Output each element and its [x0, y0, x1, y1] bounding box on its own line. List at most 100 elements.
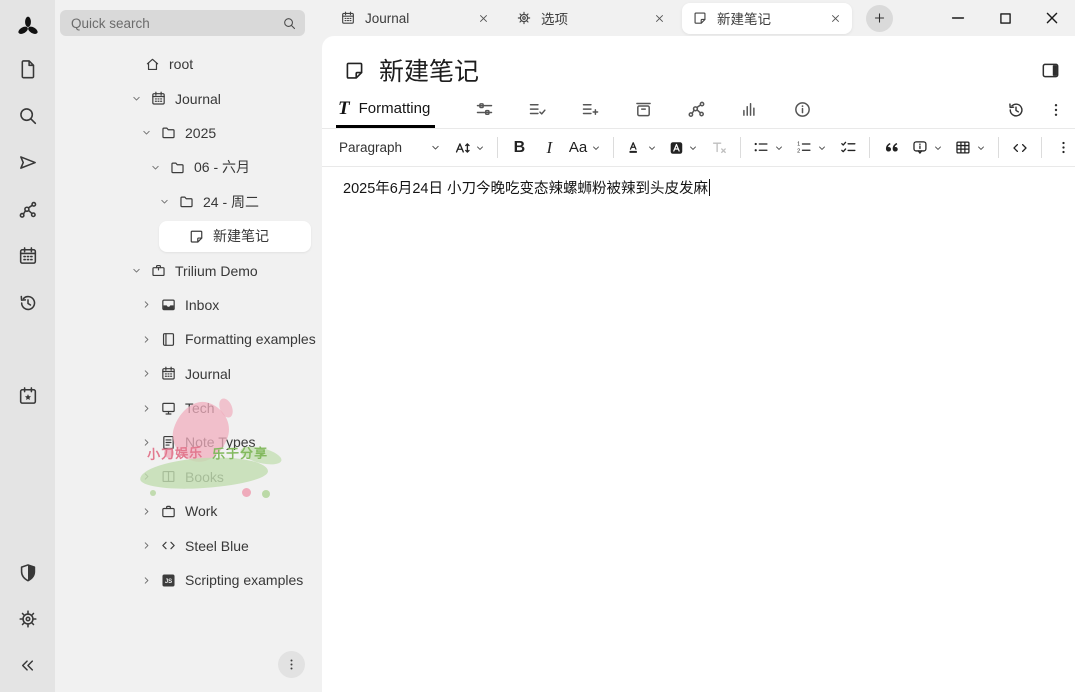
tree-item-work[interactable]: Work: [139, 494, 322, 528]
tree-item-trilium-demo[interactable]: Trilium Demo: [129, 253, 322, 287]
note-editor[interactable]: 2025年6月24日 小刀今晚吃变态辣螺蛳粉被辣到头皮发麻: [322, 167, 1075, 213]
tree-item-inbox[interactable]: Inbox: [139, 288, 322, 322]
bookmarks-button[interactable]: [15, 383, 41, 409]
numbered-list-button[interactable]: [793, 135, 830, 161]
tree-item-tech[interactable]: Tech: [139, 391, 322, 425]
chevron-right-icon[interactable]: [139, 504, 153, 518]
toolbar-separator: [613, 137, 614, 158]
tree-item-2025[interactable]: 2025: [139, 116, 322, 150]
chevron-right-icon[interactable]: [139, 332, 153, 346]
note-title-input[interactable]: 新建笔记: [379, 52, 1027, 88]
tree-item-journal-demo[interactable]: Journal: [139, 357, 322, 391]
ribbon-tab-note-map[interactable]: [684, 98, 708, 122]
ribbon-tab-owned-attributes[interactable]: [525, 98, 549, 122]
chevron-right-icon[interactable]: [139, 470, 153, 484]
note-page-icon: [159, 433, 177, 451]
chevron-down-icon[interactable]: [129, 264, 143, 278]
code-block-button[interactable]: [1008, 135, 1032, 161]
home-icon: [143, 55, 161, 73]
bulleted-list-button[interactable]: [750, 135, 787, 161]
ribbon-tab-similar-notes[interactable]: [737, 98, 761, 122]
remove-format-button[interactable]: [707, 135, 731, 161]
note-icon: [343, 59, 366, 82]
ribbon-tab-note-paths[interactable]: [631, 98, 655, 122]
chevron-down-icon[interactable]: [157, 195, 171, 209]
calendar-icon: [159, 365, 177, 383]
calendar-icon: [340, 10, 356, 26]
chevron-down-icon[interactable]: [139, 126, 153, 140]
jump-to-note-button[interactable]: [15, 150, 41, 176]
tree-item-new-note-selected[interactable]: 新建笔记: [159, 221, 311, 252]
bold-button[interactable]: B: [507, 135, 531, 161]
ribbon-tab-basic-properties[interactable]: [472, 98, 496, 122]
chevron-right-icon[interactable]: [139, 573, 153, 587]
todo-list-button[interactable]: [836, 135, 860, 161]
tree-item-note-types[interactable]: Note Types: [139, 425, 322, 459]
admonition-button[interactable]: [909, 135, 946, 161]
chevron-down-icon[interactable]: [129, 92, 143, 106]
chevron-down-icon: [773, 142, 785, 154]
tab-new-note-active[interactable]: 新建笔记: [682, 3, 852, 34]
toolbar-separator: [869, 137, 870, 158]
tab-journal[interactable]: Journal: [330, 3, 500, 34]
chevron-right-icon[interactable]: [139, 401, 153, 415]
settings-button[interactable]: [15, 606, 41, 632]
tree-item-journal[interactable]: Journal: [129, 81, 322, 115]
block-quote-button[interactable]: [879, 135, 903, 161]
tab-bar: Journal 选项 新建笔记: [322, 0, 1075, 36]
insert-table-button[interactable]: [952, 135, 989, 161]
ribbon-tab-inherited-attributes[interactable]: [578, 98, 602, 122]
tab-options[interactable]: 选项: [506, 3, 676, 34]
js-badge-icon: [159, 571, 177, 589]
chevron-right-icon[interactable]: [139, 435, 153, 449]
package-icon: [149, 262, 167, 280]
chevron-down-icon[interactable]: [148, 160, 162, 174]
ribbon-tab-note-info[interactable]: [790, 98, 814, 122]
tree-item-root[interactable]: root: [123, 47, 322, 81]
toolbar-more-button[interactable]: [1051, 135, 1075, 161]
book-icon: [159, 330, 177, 348]
chevron-down-icon: [975, 142, 987, 154]
note-revisions-button[interactable]: [1006, 100, 1026, 120]
italic-button[interactable]: I: [537, 135, 561, 161]
monitor-icon: [159, 399, 177, 417]
tree-item-june[interactable]: 06 - 六月: [148, 150, 322, 184]
close-icon[interactable]: [829, 12, 842, 25]
paragraph-style-dropdown[interactable]: Paragraph: [336, 135, 445, 161]
tree-actions-button[interactable]: [278, 651, 305, 678]
note-content-text: 2025年6月24日 小刀今晚吃变态辣螺蛳粉被辣到头皮发麻: [343, 181, 708, 197]
new-tab-button[interactable]: [866, 5, 893, 32]
maximize-button[interactable]: [993, 6, 1017, 30]
tree-item-day24[interactable]: 24 - 周二: [157, 185, 322, 219]
tree-item-steel-blue[interactable]: Steel Blue: [139, 528, 322, 562]
collapse-tree-button[interactable]: [15, 652, 41, 678]
background-color-button[interactable]: [666, 135, 702, 161]
tree-item-books[interactable]: Books: [139, 460, 322, 494]
briefcase-icon: [159, 502, 177, 520]
font-color-button[interactable]: [623, 135, 660, 161]
code-icon: [159, 537, 177, 555]
new-note-button[interactable]: [15, 56, 41, 82]
chevron-right-icon[interactable]: [139, 367, 153, 381]
chevron-down-icon: [646, 142, 658, 154]
note-map-button[interactable]: [15, 197, 41, 223]
close-window-button[interactable]: [1040, 6, 1064, 30]
close-icon[interactable]: [477, 12, 490, 25]
calendar-button[interactable]: [15, 243, 41, 269]
ribbon-tab-formatting[interactable]: T Formatting: [336, 91, 435, 128]
recent-changes-button[interactable]: [15, 290, 41, 316]
note-menu-button[interactable]: [1047, 101, 1065, 119]
create-split-icon[interactable]: [1040, 60, 1061, 81]
protected-session-button[interactable]: [15, 560, 41, 586]
note-icon: [692, 10, 708, 26]
chevron-right-icon[interactable]: [139, 539, 153, 553]
search-button[interactable]: [15, 103, 41, 129]
font-size-button[interactable]: [451, 135, 489, 161]
quick-search-input[interactable]: [60, 10, 305, 36]
font-family-button[interactable]: Aa: [567, 135, 603, 161]
tree-item-scripting-examples[interactable]: Scripting examples: [139, 563, 322, 597]
close-icon[interactable]: [653, 12, 666, 25]
minimize-button[interactable]: [946, 6, 970, 30]
tree-item-formatting-examples[interactable]: Formatting examples: [139, 322, 322, 356]
chevron-right-icon[interactable]: [139, 298, 153, 312]
